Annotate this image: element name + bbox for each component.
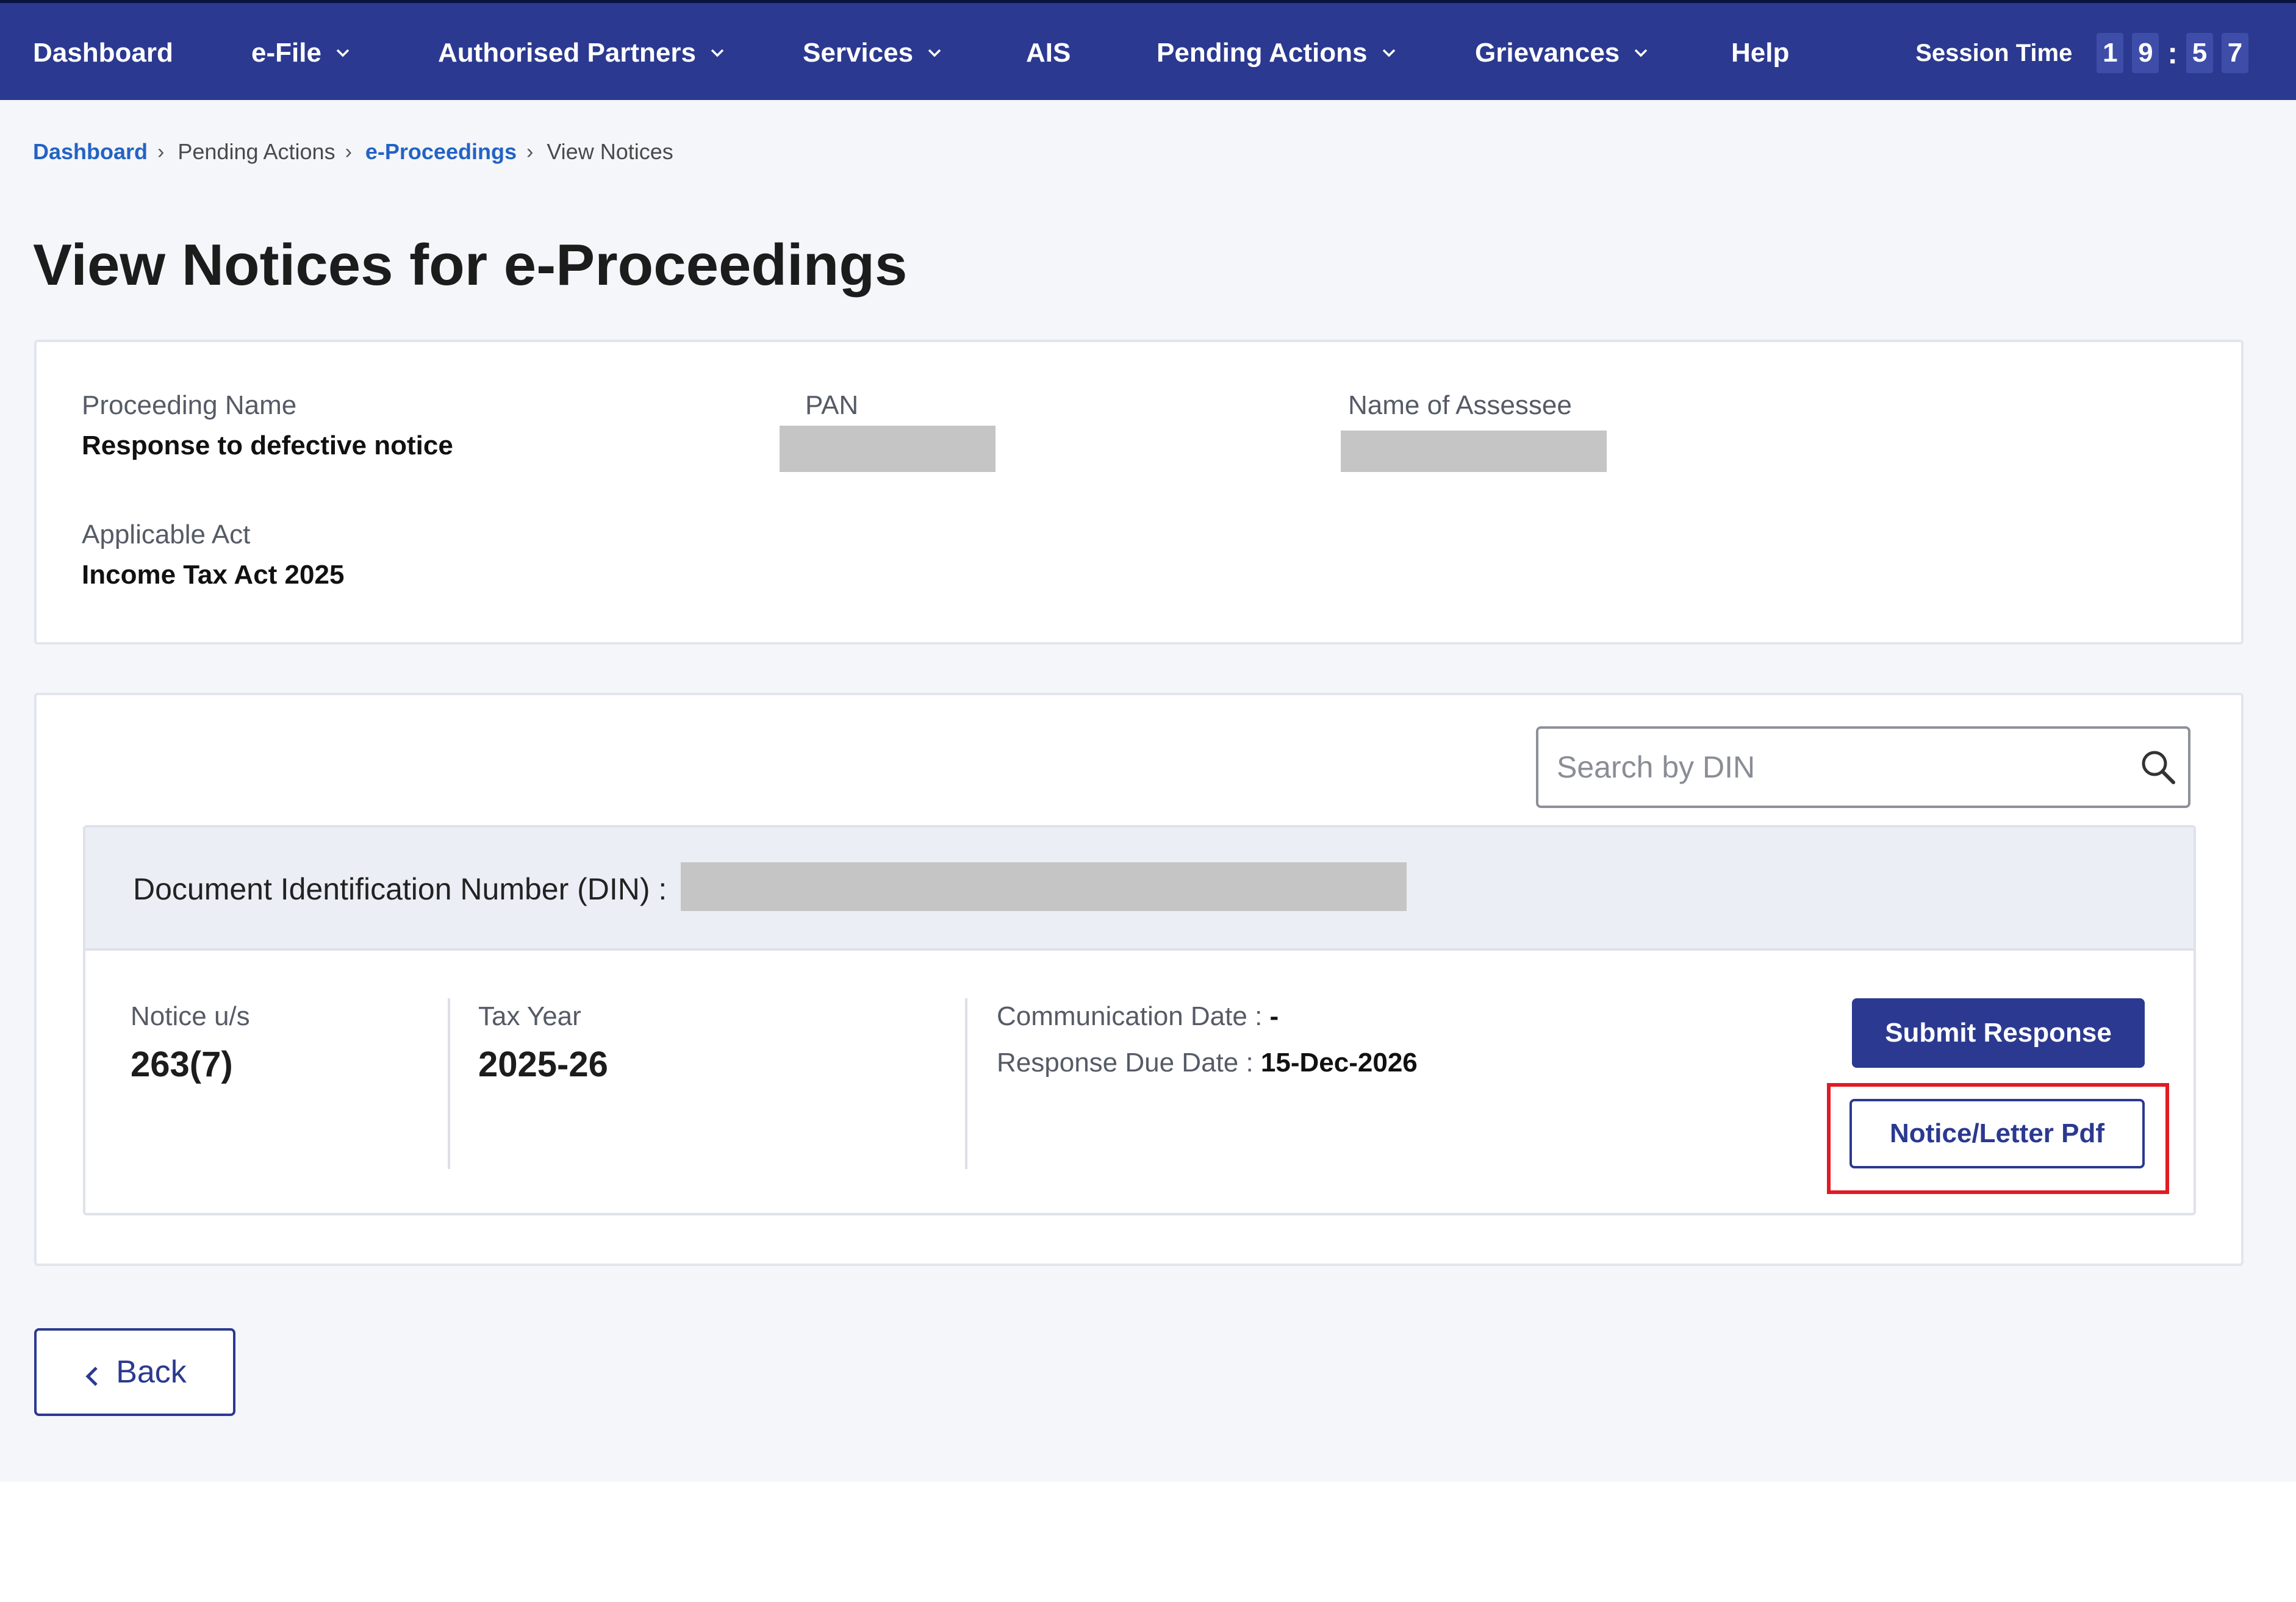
communication-date-value: -	[1269, 1001, 1279, 1031]
response-due-date-label: Response Due Date :	[997, 1048, 1254, 1078]
chevron-right-icon: ›	[526, 140, 534, 163]
proceeding-details-card	[34, 340, 2244, 645]
back-label: Back	[116, 1354, 187, 1390]
session-digit: 5	[2186, 33, 2213, 73]
top-navbar: Dashboard e-File Authorised Partners Ser…	[0, 0, 2296, 100]
breadcrumb-pending-actions: Pending Actions	[178, 139, 335, 164]
nav-label: Dashboard	[33, 38, 173, 68]
nav-label: Pending Actions	[1157, 38, 1368, 68]
nav-label: Help	[1731, 38, 1790, 68]
nav-ais[interactable]: AIS	[1026, 3, 1071, 103]
chevron-down-icon	[1381, 45, 1397, 61]
breadcrumb-e-proceedings[interactable]: e-Proceedings	[365, 139, 517, 165]
response-due-date-value: 15-Dec-2026	[1260, 1048, 1418, 1078]
chevron-down-icon	[927, 45, 942, 61]
assessee-redacted	[1341, 431, 1607, 472]
chevron-down-icon	[709, 45, 725, 61]
applicable-act-label: Applicable Act	[82, 520, 251, 549]
notice-section-label: Notice u/s	[131, 1001, 250, 1031]
tax-year-label: Tax Year	[478, 1001, 581, 1031]
session-label: Session Time	[1915, 39, 2073, 66]
breadcrumb-dashboard[interactable]: Dashboard	[33, 139, 148, 165]
applicable-act-value: Income Tax Act 2025	[82, 560, 345, 590]
session-timer: Session Time 1 9 : 5 7	[1915, 3, 2248, 103]
column-divider	[448, 998, 450, 1169]
proceeding-name-value: Response to defective notice	[82, 431, 453, 460]
proceeding-name-label: Proceeding Name	[82, 390, 297, 420]
pan-redacted	[780, 426, 996, 472]
session-digit: 1	[2097, 33, 2124, 73]
nav-label: e-File	[251, 38, 321, 68]
back-button[interactable]: Back	[34, 1328, 235, 1416]
communication-date-label: Communication Date :	[997, 1001, 1263, 1031]
search-input[interactable]	[1557, 729, 2106, 806]
pan-label: PAN	[805, 390, 859, 420]
tax-year-value: 2025-26	[478, 1045, 608, 1084]
nav-label: Grievances	[1475, 38, 1620, 68]
nav-dashboard[interactable]: Dashboard	[33, 3, 173, 103]
din-search	[1536, 726, 2190, 808]
assessee-label: Name of Assessee	[1348, 390, 1572, 420]
communication-date: Communication Date : -	[997, 1001, 1279, 1032]
din-label: Document Identification Number (DIN) :	[133, 872, 667, 906]
chevron-down-icon	[335, 45, 351, 61]
nav-grievances[interactable]: Grievances	[1475, 3, 1649, 103]
nav-authorised-partners[interactable]: Authorised Partners	[438, 3, 725, 103]
nav-label: Services	[803, 38, 914, 68]
breadcrumb: Dashboard › Pending Actions › e-Proceedi…	[33, 137, 673, 167]
nav-help[interactable]: Help	[1731, 3, 1789, 103]
din-redacted	[681, 862, 1407, 911]
column-divider	[965, 998, 967, 1169]
nav-services[interactable]: Services	[803, 3, 942, 103]
session-digit: 9	[2132, 33, 2159, 73]
submit-response-button[interactable]: Submit Response	[1852, 998, 2145, 1068]
chevron-right-icon: ›	[157, 140, 165, 163]
nav-label: AIS	[1026, 38, 1071, 68]
search-icon[interactable]	[2139, 748, 2177, 786]
page-title: View Notices for e-Proceedings	[33, 232, 908, 298]
response-due-date: Response Due Date : 15-Dec-2026	[997, 1048, 1418, 1078]
highlight-box	[1827, 1083, 2169, 1194]
nav-efile[interactable]: e-File	[251, 3, 351, 103]
chevron-left-icon	[83, 1360, 100, 1386]
session-separator: :	[2167, 36, 2178, 70]
nav-pending-actions[interactable]: Pending Actions	[1157, 3, 1397, 103]
chevron-down-icon	[1633, 45, 1649, 61]
session-digit: 7	[2222, 33, 2248, 73]
nav-label: Authorised Partners	[438, 38, 696, 68]
notice-section-value: 263(7)	[131, 1045, 233, 1084]
breadcrumb-view-notices: View Notices	[547, 139, 673, 164]
chevron-right-icon: ›	[345, 140, 352, 163]
